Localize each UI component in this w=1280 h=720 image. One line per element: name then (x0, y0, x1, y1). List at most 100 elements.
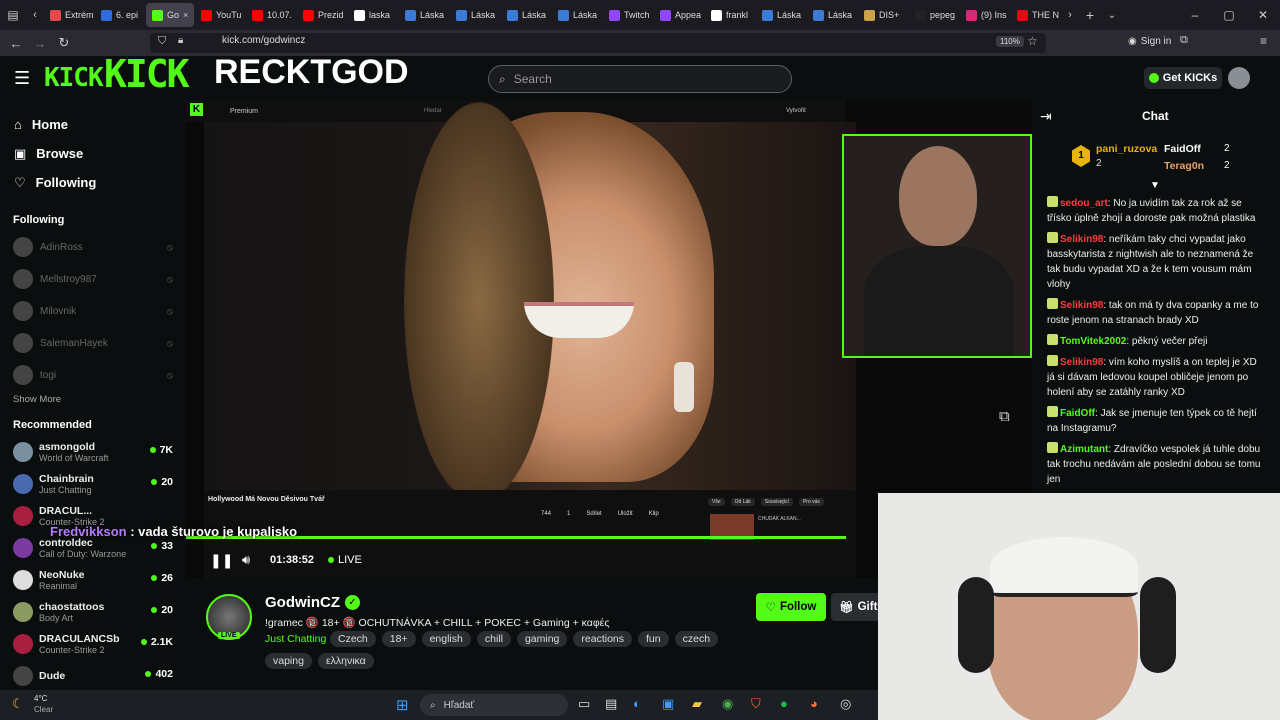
follow-button[interactable]: ♡ Follow (756, 593, 826, 621)
tag-chip[interactable]: chill (476, 631, 511, 647)
recommended-item[interactable]: chaostattoos Body Art 20 (0, 596, 186, 628)
tab-overflow-icon[interactable]: ⌄ (1101, 10, 1123, 21)
chat-username[interactable]: Azimutant (1060, 444, 1108, 455)
volume-icon[interactable]: 🔊︎ (242, 552, 250, 568)
recommended-item[interactable]: NeoNuke Reanimal 26 (0, 564, 186, 596)
following-item[interactable]: Mellstroy987 ⦸ (0, 263, 186, 295)
browser-tab[interactable]: Láska (450, 3, 500, 27)
zoom-level[interactable]: 110% (996, 36, 1024, 47)
menu-icon[interactable]: ≡ (1260, 34, 1267, 48)
browser-tab[interactable]: laska (348, 3, 398, 27)
new-tab-icon[interactable]: + (1079, 7, 1101, 23)
pause-icon[interactable]: ❚❚ (210, 552, 233, 569)
maximize-icon[interactable]: ▢ (1212, 8, 1246, 22)
gift-button[interactable]: 🎁︎ Gift (831, 593, 881, 621)
tab-scroll-left-icon[interactable]: ‹ (26, 9, 44, 21)
browser-tab[interactable]: YouTu (195, 3, 245, 27)
tag-chip[interactable]: gaming (516, 631, 568, 647)
browser-tab[interactable]: THE N (1011, 3, 1061, 27)
back-icon[interactable]: ← (4, 36, 28, 51)
sidebar-nav-home[interactable]: ⌂ Home (0, 110, 186, 139)
tab-list-icon[interactable]: ▤ (0, 8, 26, 22)
bookmark-star-icon[interactable]: ☆ (1027, 34, 1038, 48)
search-input[interactable]: ⌕ Search (488, 65, 792, 93)
windows-start-icon[interactable]: ⊞ (396, 696, 409, 714)
browser-tab[interactable]: frankl (705, 3, 755, 27)
forward-icon[interactable]: → (28, 36, 52, 51)
browser-tab[interactable]: Extrém (44, 3, 94, 27)
browser-tab[interactable]: pepeg (909, 3, 959, 27)
tag-chip[interactable]: reactions (573, 631, 633, 647)
brave-icon[interactable]: ⛉ (751, 696, 761, 712)
collapse-chat-icon[interactable]: ⇥ (1040, 108, 1052, 125)
edge-icon[interactable]: ◐ (633, 696, 641, 711)
browser-tab[interactable]: Láska (399, 3, 449, 27)
kick-logo[interactable]: KICK (44, 63, 104, 93)
chrome-icon[interactable]: ◉ (722, 696, 733, 712)
shield-icon[interactable]: ⛉ (158, 35, 166, 48)
tag-chip[interactable]: czech (674, 631, 719, 647)
extensions-icon[interactable]: ⧉ (1180, 34, 1188, 47)
browser-tab[interactable]: 6. epi (95, 3, 145, 27)
app-icon[interactable]: ◎ (840, 696, 851, 712)
chat-expand-icon[interactable]: ▼ (1150, 180, 1160, 191)
browser-tab[interactable]: Go × (146, 3, 194, 27)
leader-1-name[interactable]: pani_ruzova (1096, 143, 1157, 155)
browser-tab[interactable]: Láska (501, 3, 551, 27)
browser-tab[interactable]: Twitch (603, 3, 653, 27)
tag-chip[interactable]: vaping (265, 653, 312, 669)
browser-tab[interactable]: Appea (654, 3, 704, 27)
taskbar-search[interactable]: ⌕ Hľadať (420, 694, 568, 716)
recommended-item[interactable]: DRACULANCSb Counter-Strike 2 2.1K (0, 628, 186, 660)
weather-icon[interactable]: ☾ (12, 696, 24, 712)
close-tab-icon[interactable]: × (183, 10, 188, 20)
hamburger-menu-icon[interactable]: ☰ (14, 68, 30, 89)
sign-in-button[interactable]: ◉ Sign in (1128, 36, 1171, 47)
tab-scroll-right-icon[interactable]: › (1061, 9, 1079, 21)
show-more-link[interactable]: Show More (0, 394, 186, 405)
tag-chip[interactable]: Czech (330, 631, 376, 647)
close-window-icon[interactable]: ✕ (1246, 8, 1280, 22)
browser-tab[interactable]: 10.07. (246, 3, 296, 27)
spotify-icon[interactable]: ● (780, 696, 788, 711)
user-avatar[interactable] (1228, 67, 1250, 89)
leader-2-name[interactable]: FaidOff (1164, 143, 1201, 155)
minimize-icon[interactable]: – (1178, 8, 1212, 22)
chat-username[interactable]: Selikin98 (1060, 300, 1103, 311)
recommended-item[interactable]: Chainbrain Just Chatting 20 (0, 468, 186, 500)
pip-icon[interactable]: ⧉ (999, 408, 1010, 425)
leader-3-name[interactable]: Terag0n (1164, 160, 1204, 172)
tag-chip[interactable]: fun (638, 631, 669, 647)
following-item[interactable]: AdinRoss ⦸ (0, 231, 186, 263)
firefox-icon[interactable]: ◕ (810, 696, 818, 711)
browser-tab[interactable]: DIS+ (858, 3, 908, 27)
tag-chip[interactable]: 18+ (381, 631, 416, 647)
sidebar-nav-following[interactable]: ♡ Following (0, 168, 186, 197)
chat-username[interactable]: Selikin98 (1060, 234, 1103, 245)
browser-tab[interactable]: Láska (552, 3, 602, 27)
tag-chip[interactable]: english (421, 631, 471, 647)
following-item[interactable]: SalemanHayek ⦸ (0, 327, 186, 359)
browser-tab[interactable]: (9) Ins (960, 3, 1010, 27)
chat-username[interactable]: FaidOff (1060, 408, 1095, 419)
channel-name[interactable]: GodwinCZ (265, 594, 340, 611)
recommended-item[interactable]: Dude 402 (0, 660, 186, 692)
browser-tab[interactable]: Prezid (297, 3, 347, 27)
chat-username[interactable]: Selikin98 (1060, 357, 1103, 368)
chat-username[interactable]: TomVitek2002 (1060, 336, 1126, 347)
store-icon[interactable]: ▤ (605, 696, 617, 712)
category-link[interactable]: Just Chatting (265, 633, 326, 645)
lock-icon[interactable]: 🔒︎ (178, 35, 183, 46)
task-view-icon[interactable]: ▭ (578, 696, 590, 712)
chat-username[interactable]: sedou_art (1060, 198, 1108, 209)
recommended-item[interactable]: asmongold World of Warcraft 7K (0, 436, 186, 468)
photos-icon[interactable]: ▣ (662, 696, 674, 712)
tag-chip[interactable]: ελληνικα (317, 653, 374, 669)
explorer-icon[interactable]: ▰ (692, 696, 702, 712)
reload-icon[interactable]: ↻ (52, 35, 76, 51)
sidebar-nav-browse[interactable]: ▣ Browse (0, 139, 186, 168)
browser-tab[interactable]: Láska (756, 3, 806, 27)
browser-tab[interactable]: Láska (807, 3, 857, 27)
following-item[interactable]: Milovnik ⦸ (0, 295, 186, 327)
get-kicks-button[interactable]: Get KICKs (1144, 67, 1222, 89)
